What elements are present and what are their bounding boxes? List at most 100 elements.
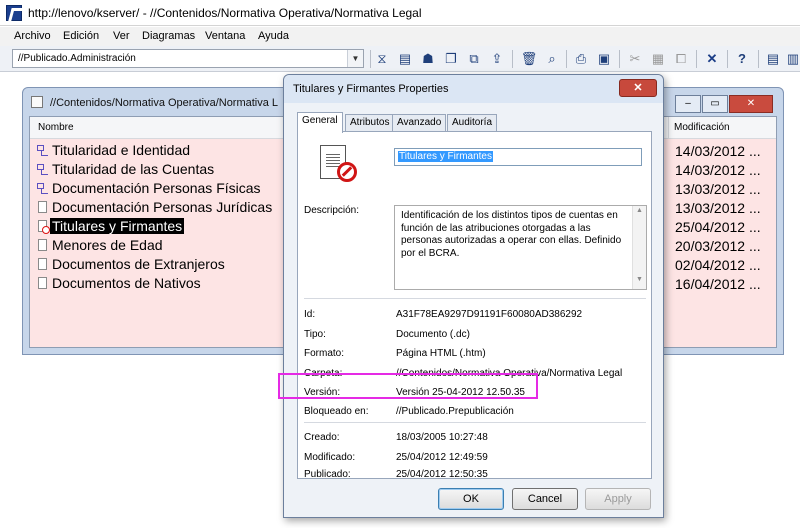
menu-ayuda[interactable]: Ayuda: [258, 30, 289, 42]
list-item-name: Documentos de Nativos: [52, 275, 201, 291]
user-icon[interactable]: ☗: [419, 50, 437, 68]
tree-icon: [36, 163, 48, 176]
prop-label-locked-in: Bloqueado en:: [304, 406, 369, 417]
name-field[interactable]: Titulares y Firmantes: [394, 148, 642, 166]
menu-diagramas[interactable]: Diagramas: [142, 30, 195, 42]
document-icon: [38, 239, 47, 251]
main-titlebar: http://lenovo/kserver/ - //Contenidos/No…: [0, 0, 800, 26]
prop-label-id: Id:: [304, 309, 316, 320]
prop-label-type: Tipo:: [304, 329, 326, 340]
copy-icon[interactable]: ⧠: [672, 50, 690, 68]
general-tab-panel: Titulares y Firmantes Descripción: Ident…: [297, 131, 652, 480]
description-field[interactable]: Identificación de los distintos tipos de…: [394, 205, 647, 290]
apply-button[interactable]: Apply: [585, 488, 651, 510]
minimize-icon[interactable]: –: [675, 95, 701, 113]
copy-window-icon[interactable]: ⧉: [465, 50, 483, 68]
context-select[interactable]: //Publicado.Administración ▼: [12, 49, 364, 68]
prop-value-type: Documento (.dc): [396, 329, 470, 340]
description-label: Descripción:: [304, 205, 360, 216]
tab-atributos[interactable]: Atributos: [345, 114, 395, 132]
window-title: http://lenovo/kserver/ - //Contenidos/No…: [28, 6, 422, 20]
list-item-name: Titularidad de las Cuentas: [52, 161, 215, 177]
list-item-date: 14/03/2012 ...: [675, 143, 761, 159]
dialog-close-icon[interactable]: ✕: [619, 79, 657, 97]
tree-icon: [36, 144, 48, 157]
description-scrollbar[interactable]: ▲ ▼: [632, 206, 646, 289]
prop-value-modified: 25/04/2012 12:49:59: [396, 452, 488, 463]
prop-value-format: Página HTML (.htm): [396, 348, 486, 359]
preview-icon[interactable]: ▣: [595, 50, 613, 68]
properties-dialog: Titulares y Firmantes Properties ✕ Gener…: [283, 74, 664, 518]
print-icon[interactable]: ⎙: [572, 50, 590, 68]
list-item-date: 14/03/2012 ...: [675, 162, 761, 178]
upload-icon[interactable]: ⇪: [488, 50, 506, 68]
document-icon: [38, 277, 47, 289]
tab-general[interactable]: General: [297, 112, 343, 133]
name-field-value: Titulares y Firmantes: [398, 151, 493, 162]
filter-icon[interactable]: ⧖: [373, 50, 391, 68]
highlight-annotation: [278, 373, 538, 399]
chevron-down-icon[interactable]: ▼: [347, 50, 363, 67]
menu-edicion[interactable]: Edición: [63, 30, 99, 42]
search-icon[interactable]: ⌕: [543, 50, 561, 68]
prop-label-published: Publicado:: [304, 469, 351, 480]
list-item-date: 20/03/2012 ...: [675, 238, 761, 254]
column-header-modified[interactable]: Modificación: [674, 122, 730, 133]
prop-label-created: Creado:: [304, 432, 340, 443]
toolbar: //Publicado.Administración ▼ ⧖ ▤ ☗ ❐ ⧉ ⇪…: [0, 46, 800, 72]
list-item-date: 25/04/2012 ...: [675, 219, 761, 235]
list-item-date: 13/03/2012 ...: [675, 181, 761, 197]
window-icon[interactable]: ❐: [442, 50, 460, 68]
prop-value-locked-in: //Publicado.Prepublicación: [396, 406, 514, 417]
list-item-name: Menores de Edad: [52, 237, 163, 253]
tab-avanzado[interactable]: Avanzado: [392, 114, 447, 132]
properties-icon[interactable]: ▤: [396, 50, 414, 68]
document-icon: [38, 258, 47, 270]
list-item-name: Titularidad e Identidad: [52, 142, 191, 158]
prop-value-published: 25/04/2012 12:50:35: [396, 469, 488, 480]
tab-auditoria[interactable]: Auditoría: [447, 114, 498, 132]
menu-ver[interactable]: Ver: [113, 30, 130, 42]
close-x-icon[interactable]: ✕: [703, 50, 721, 68]
document-icon[interactable]: ▤: [764, 50, 782, 68]
column-header-name[interactable]: Nombre: [38, 122, 74, 133]
tree-icon: [36, 182, 48, 195]
list-item-name: Documentos de Extranjeros: [52, 256, 225, 272]
dialog-title: Titulares y Firmantes Properties: [293, 83, 449, 95]
divider: [304, 422, 646, 423]
locked-badge-icon: [337, 162, 357, 182]
prop-value-id: A31F78EA9297D91191F60080AD386292: [396, 309, 583, 320]
paste-icon[interactable]: ▦: [649, 50, 667, 68]
list-item-name: Documentación Personas Jurídicas: [52, 199, 273, 215]
menu-ventana[interactable]: Ventana: [205, 30, 245, 42]
menu-bar: Archivo Edición Ver Diagramas Ventana Ay…: [0, 27, 800, 46]
list-item-date: 13/03/2012 ...: [675, 200, 761, 216]
locked-document-icon: [38, 220, 50, 234]
folder-window-icon: [31, 96, 43, 108]
cancel-button[interactable]: Cancel: [512, 488, 578, 510]
divider: [304, 298, 646, 299]
list-item-date: 02/04/2012 ...: [675, 257, 761, 273]
menu-archivo[interactable]: Archivo: [14, 30, 51, 42]
scroll-up-icon[interactable]: ▲: [633, 207, 646, 219]
context-select-value: //Publicado.Administración: [18, 53, 136, 64]
dialog-titlebar[interactable]: Titulares y Firmantes Properties ✕: [284, 75, 663, 103]
maximize-icon[interactable]: ▭: [702, 95, 728, 113]
prop-label-modified: Modificado:: [304, 452, 356, 463]
description-text: Identificación de los distintos tipos de…: [401, 210, 622, 259]
window-controls: – ▭ ✕: [675, 95, 775, 113]
cut-icon[interactable]: ✂: [626, 50, 644, 68]
prop-label-format: Formato:: [304, 348, 345, 359]
document-alt-icon[interactable]: ▥: [784, 50, 800, 68]
list-item-name: Titulares y Firmantes: [50, 218, 185, 234]
ok-button[interactable]: OK: [438, 488, 504, 510]
app-logo-icon: [6, 5, 22, 21]
help-icon[interactable]: ?: [733, 50, 751, 68]
list-item-name: Documentación Personas Físicas: [52, 180, 261, 196]
close-icon[interactable]: ✕: [729, 95, 773, 113]
delete-icon[interactable]: 🗑: [520, 50, 538, 68]
list-item-date: 16/04/2012 ...: [675, 276, 761, 292]
prop-value-created: 18/03/2005 10:27:48: [396, 432, 488, 443]
folder-window-title: //Contenidos/Normativa Operativa/Normati…: [50, 97, 279, 109]
scroll-down-icon[interactable]: ▼: [633, 276, 646, 288]
